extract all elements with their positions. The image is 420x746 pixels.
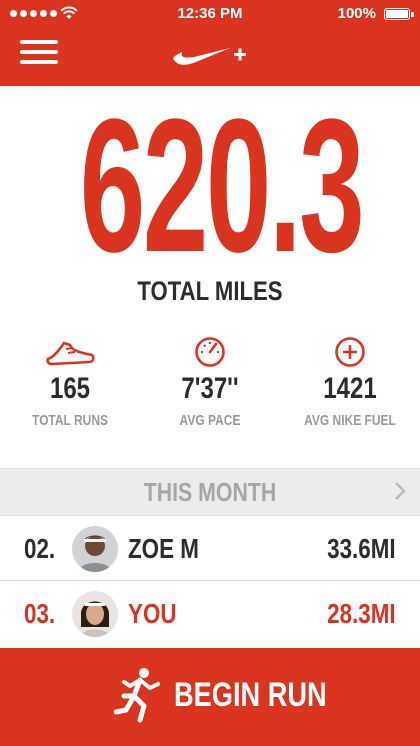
- speedometer-icon: [195, 337, 225, 367]
- plus-circle-icon: [335, 337, 365, 367]
- row-distance: 28.3MI: [327, 598, 396, 629]
- row-name: YOU: [128, 598, 177, 629]
- battery-tip: [411, 12, 414, 17]
- stat-avg-nike-fuel: 1421 AVG NIKE FUEL: [280, 335, 420, 429]
- hamburger-menu-icon[interactable]: [20, 40, 58, 64]
- stat-total-runs: 165 TOTAL RUNS: [0, 335, 140, 429]
- leaderboard-row[interactable]: 02. ZOE M 33.6MI: [0, 517, 420, 581]
- this-month-header[interactable]: THIS MONTH: [0, 468, 420, 516]
- app-header: 12:36 PM 100%: [0, 0, 420, 86]
- battery-icon: [384, 8, 410, 20]
- begin-run-label: BEGIN RUN: [174, 676, 327, 714]
- stat-label: AVG PACE: [179, 412, 241, 429]
- chevron-right-icon: [395, 482, 406, 500]
- nike-plus-logo: [173, 48, 246, 65]
- this-month-title: THIS MONTH: [143, 477, 277, 507]
- stat-value: 1421: [323, 372, 377, 405]
- stat-value: 165: [49, 372, 91, 405]
- row-rank: 02.: [24, 533, 56, 564]
- stat-value: 7'37'': [181, 372, 239, 405]
- row-divider: [0, 580, 420, 581]
- runner-icon: [114, 668, 160, 723]
- avatar: [72, 526, 118, 572]
- begin-run-button[interactable]: BEGIN RUN: [0, 648, 420, 746]
- battery-percent: 100%: [337, 5, 376, 22]
- stats-row: 165 TOTAL RUNS 7'37'' AVG PACE 1421 AVG …: [0, 335, 420, 435]
- running-shoe-icon: [46, 341, 95, 366]
- total-miles-label: TOTAL MILES: [137, 276, 283, 306]
- stat-label: TOTAL RUNS: [31, 412, 108, 429]
- total-miles-value: 620.3: [79, 80, 365, 292]
- avatar: [72, 591, 118, 637]
- row-rank: 03.: [24, 598, 56, 629]
- row-distance: 33.6MI: [327, 533, 396, 564]
- stat-avg-pace: 7'37'' AVG PACE: [140, 335, 280, 429]
- leaderboard-row-self[interactable]: 03. YOU 28.3MI: [0, 582, 420, 646]
- stat-label: AVG NIKE FUEL: [304, 412, 396, 429]
- row-name: ZOE M: [128, 533, 199, 564]
- status-bar: 12:36 PM 100%: [0, 0, 420, 28]
